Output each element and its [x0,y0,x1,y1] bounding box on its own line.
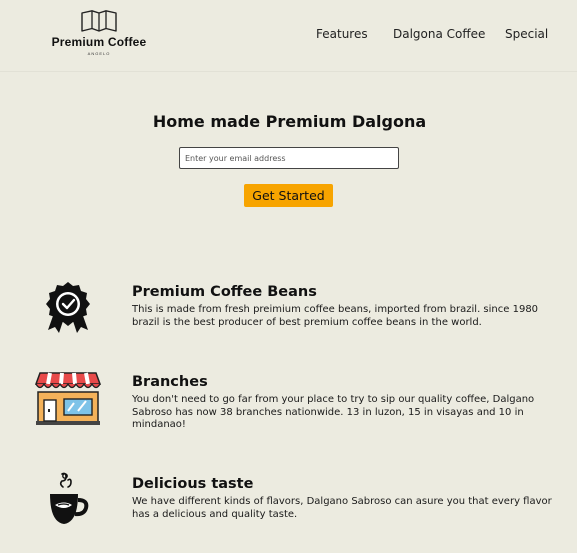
feature-description: This is made from fresh preimium coffee … [132,304,539,328]
site-header: Premium Coffee ANGELO Features Dalgona C… [0,0,577,72]
email-input[interactable] [179,147,399,169]
feature-description: We have different kinds of flavors, Dalg… [132,496,552,520]
coffee-cup-icon [50,472,89,524]
feature-title: Premium Coffee Beans [132,284,317,300]
feature-title: Delicious taste [132,476,254,492]
hero-title: Home made Premium Dalgona [152,112,427,131]
brand-tagline: ANGELO [87,51,111,56]
nav-link-features[interactable]: Features [316,27,368,41]
feature-description: You don't need to go far from your place… [132,394,535,430]
store-icon [34,372,102,425]
get-started-button[interactable]: Get Started [244,184,333,207]
nav-link-special[interactable]: Special [505,27,548,41]
feature-title: Branches [132,374,208,390]
badge-check-icon [46,282,90,333]
main-nav: Features Dalgona Coffee Special [0,27,577,47]
nav-link-dalgona-coffee[interactable]: Dalgona Coffee [393,27,485,41]
